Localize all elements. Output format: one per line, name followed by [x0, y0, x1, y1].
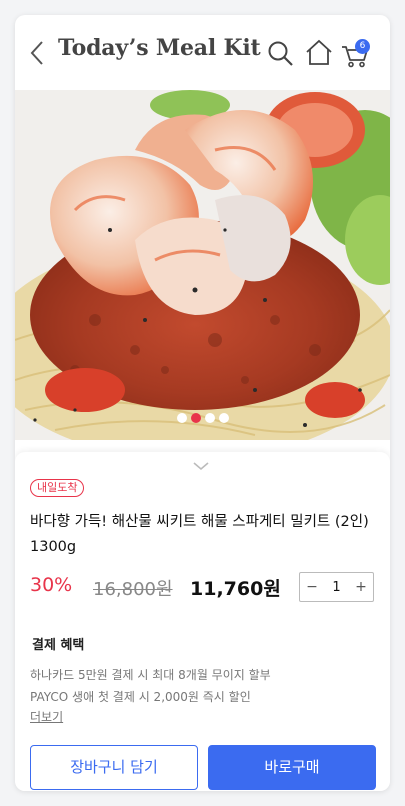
gallery-pagination — [177, 413, 229, 423]
product-info-panel: 내일도착 바다향 가득! 해산물 씨키트 해물 스파게티 밀키트 (2인) 13… — [15, 452, 390, 791]
discount-rate: 30% — [30, 574, 73, 596]
cart-count-badge: 6 — [355, 39, 370, 54]
product-name: 바다향 가득! 해산물 씨키트 해물 스파게티 밀키트 (2인) 1300g — [30, 514, 369, 555]
decrease-button[interactable]: − — [300, 573, 324, 601]
add-to-cart-button[interactable]: 장바구니 담기 — [30, 745, 198, 790]
original-price: 16,800원 — [93, 579, 173, 600]
back-arrow-icon[interactable] — [25, 37, 49, 69]
chevron-down-icon[interactable] — [191, 458, 211, 472]
buy-now-button[interactable]: 바로구매 — [208, 745, 376, 790]
gallery-dot[interactable] — [177, 413, 187, 423]
benefit-line: PAYCO 생애 첫 결제 시 2,000원 즉시 할인 — [30, 690, 251, 704]
search-icon[interactable] — [266, 37, 296, 69]
phone-frame: Today’s Meal Kit 6 내일도착 바다향 가득! 해산물 씨키트 … — [15, 15, 390, 791]
delivery-badge: 내일도착 — [30, 479, 85, 497]
product-image[interactable] — [15, 90, 390, 440]
sale-price: 11,760원 — [190, 578, 281, 600]
benefit-line: 하나카드 5만원 결제 시 최대 8개월 무이지 할부 — [30, 668, 271, 682]
benefits-title: 결제 혜택 — [32, 638, 85, 653]
increase-button[interactable]: + — [349, 573, 373, 601]
gallery-dot-active[interactable] — [191, 413, 201, 423]
gallery-dot[interactable] — [205, 413, 215, 423]
header: Today’s Meal Kit 6 — [15, 15, 390, 90]
more-link[interactable]: 더보기 — [30, 708, 63, 725]
home-icon[interactable] — [304, 37, 334, 69]
quantity-stepper: − 1 + — [299, 572, 374, 602]
gallery-dot[interactable] — [219, 413, 229, 423]
quantity-value: 1 — [332, 579, 341, 595]
page-title: Today’s Meal Kit — [58, 35, 261, 61]
